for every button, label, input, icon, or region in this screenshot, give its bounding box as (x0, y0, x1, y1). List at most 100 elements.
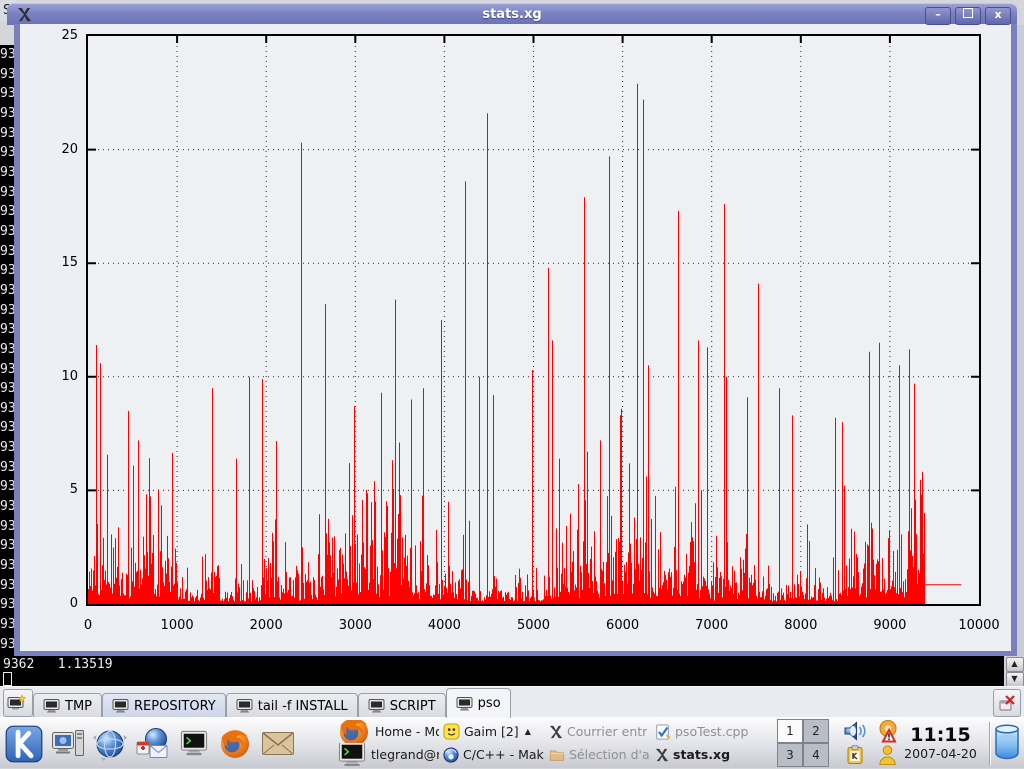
x-tick-label: 4000 (414, 618, 474, 633)
quick-launch-web-browser[interactable] (93, 727, 127, 761)
terminal-line: 93 (0, 536, 14, 556)
terminal-line: 93 (0, 595, 14, 615)
pager-desktop-2[interactable]: 2 (803, 719, 829, 743)
task-button-stats-xg[interactable]: stats.xg (653, 743, 775, 766)
task-button-home-mozill[interactable]: Home - Mozill (335, 720, 441, 743)
close-session-icon (998, 694, 1016, 712)
session-tab-tmp[interactable]: TMP (33, 693, 102, 718)
x-tick-label: 1000 (147, 618, 207, 633)
x-tick-label: 6000 (593, 618, 653, 633)
window-titlebar[interactable]: stats.xg – x (7, 3, 1017, 25)
x-tick-label: 3000 (325, 618, 385, 633)
firefox-icon (218, 727, 252, 761)
x-app-icon (549, 725, 563, 739)
kde-panel: Home - Mozill Gaim [2] ▲ Courrier entr psoTe… (0, 717, 1024, 768)
x-tick-label: 5000 (504, 618, 564, 633)
terminal-line: 93 (0, 497, 14, 517)
quick-launch-mail[interactable] (261, 731, 295, 757)
maximize-button[interactable] (955, 7, 981, 25)
new-session-button[interactable] (3, 689, 33, 717)
tab-terminal-icon (456, 697, 473, 711)
terminal-status-line: 9362 1.13519 (3, 657, 113, 672)
terminal-line: 93 (0, 242, 14, 262)
quick-launch-kontact[interactable] (136, 727, 170, 761)
gaim-icon (443, 723, 460, 740)
x-app-icon (655, 748, 669, 762)
pager-desktop-1[interactable]: 1 (777, 719, 803, 743)
terminal-line: 93 (0, 183, 14, 203)
close-button[interactable]: x (985, 7, 1011, 25)
task-button-gaim-2-[interactable]: Gaim [2] ▲ (441, 720, 547, 743)
tab-terminal-icon (236, 699, 253, 713)
y-tick-label: 5 (38, 482, 78, 497)
y-tick-label: 20 (38, 142, 78, 157)
task-button-c-c-mak[interactable]: C/C++ - Mak (441, 743, 547, 766)
plot-area[interactable] (86, 34, 981, 606)
terminal-app-icon (337, 743, 367, 766)
tray-klipper[interactable] (838, 743, 871, 767)
firefox-icon (337, 720, 371, 743)
terminal-scrollbar: ▲ ▼ (1004, 656, 1024, 686)
terminal-line: 93 (0, 163, 14, 183)
quick-launch-firefox[interactable] (218, 727, 252, 761)
pager-desktop-4[interactable]: 4 (803, 743, 829, 767)
task-overflow-arrow-icon[interactable]: ▲ (525, 727, 531, 736)
terminal-left-column: 9393939393939393939393939393939393939393… (0, 45, 14, 654)
session-tab-tail-f-install[interactable]: tail -f INSTALL (226, 693, 358, 718)
x-tick-label: 7000 (682, 618, 742, 633)
scroll-up-button[interactable]: ▲ (1006, 657, 1024, 672)
system-icon (52, 729, 84, 759)
glass-applet-icon[interactable] (993, 724, 1021, 762)
tab-terminal-icon (43, 699, 60, 713)
folder-icon (549, 747, 565, 763)
panel-separator (989, 722, 990, 765)
terminal-output-area[interactable]: 9362 1.13519 (0, 656, 1004, 686)
task-button-label: tlegrand@ma (371, 747, 439, 762)
task-button-label: Sélection d'a (569, 747, 650, 762)
terminal-line: 93 (0, 615, 14, 635)
quick-launch-k-menu[interactable] (5, 725, 43, 763)
quick-launch-terminal-app[interactable] (179, 730, 209, 758)
terminal-line: 93 (0, 477, 14, 497)
x11-app-icon (17, 7, 32, 22)
task-button-tlegrand-ma[interactable]: tlegrand@ma (335, 743, 441, 766)
task-button-label: C/C++ - Mak (463, 747, 544, 762)
clock-time: 11:15 (910, 725, 970, 746)
task-button-courrier-entr[interactable]: Courrier entr (547, 720, 653, 743)
editor-icon (655, 724, 671, 740)
terminal-line: 93 (0, 45, 14, 65)
task-button-label: Gaim [2] (464, 724, 519, 739)
terminal-line: 93 (0, 261, 14, 281)
task-button-label: stats.xg (673, 747, 730, 762)
task-button-psotest-cpp[interactable]: psoTest.cpp (653, 720, 775, 743)
y-tick-label: 15 (38, 255, 78, 270)
terminal-line: 93 (0, 301, 14, 321)
window-title: stats.xg (7, 7, 1017, 22)
quick-launch-system[interactable] (52, 729, 84, 759)
minimize-button[interactable]: – (925, 7, 951, 25)
terminal-line: 93 (0, 104, 14, 124)
x-tick-label: 2000 (236, 618, 296, 633)
task-button-label: Home - Mozill (375, 724, 439, 739)
desktop-pager: 1234 (777, 719, 829, 767)
background-terminal-strip[interactable]: 9393939393939393939393939393939393939393… (0, 45, 14, 686)
session-tab-script[interactable]: SCRIPT (358, 693, 446, 718)
task-button-label: Courrier entr (567, 724, 647, 739)
pager-desktop-3[interactable]: 3 (777, 743, 803, 767)
close-session-button[interactable] (993, 689, 1021, 717)
task-button-s-lection-d-a[interactable]: Sélection d'a (547, 743, 653, 766)
session-tab-pso[interactable]: pso (446, 688, 511, 718)
terminal-line: 93 (0, 458, 14, 478)
scroll-down-button[interactable]: ▼ (1006, 672, 1024, 687)
terminal-line: 93 (0, 576, 14, 596)
new-session-icon (7, 694, 29, 712)
session-tab-repository[interactable]: REPOSITORY (102, 693, 226, 718)
terminal-line: 93 (0, 84, 14, 104)
panel-clock[interactable]: 11:15 2007-04-20 (893, 719, 988, 767)
session-tab-label: REPOSITORY (134, 699, 216, 714)
data-series (89, 84, 962, 604)
tray-volume[interactable] (838, 719, 871, 743)
terminal-line: 93 (0, 340, 14, 360)
y-tick-label: 0 (38, 596, 78, 611)
terminal-line: 93 (0, 438, 14, 458)
